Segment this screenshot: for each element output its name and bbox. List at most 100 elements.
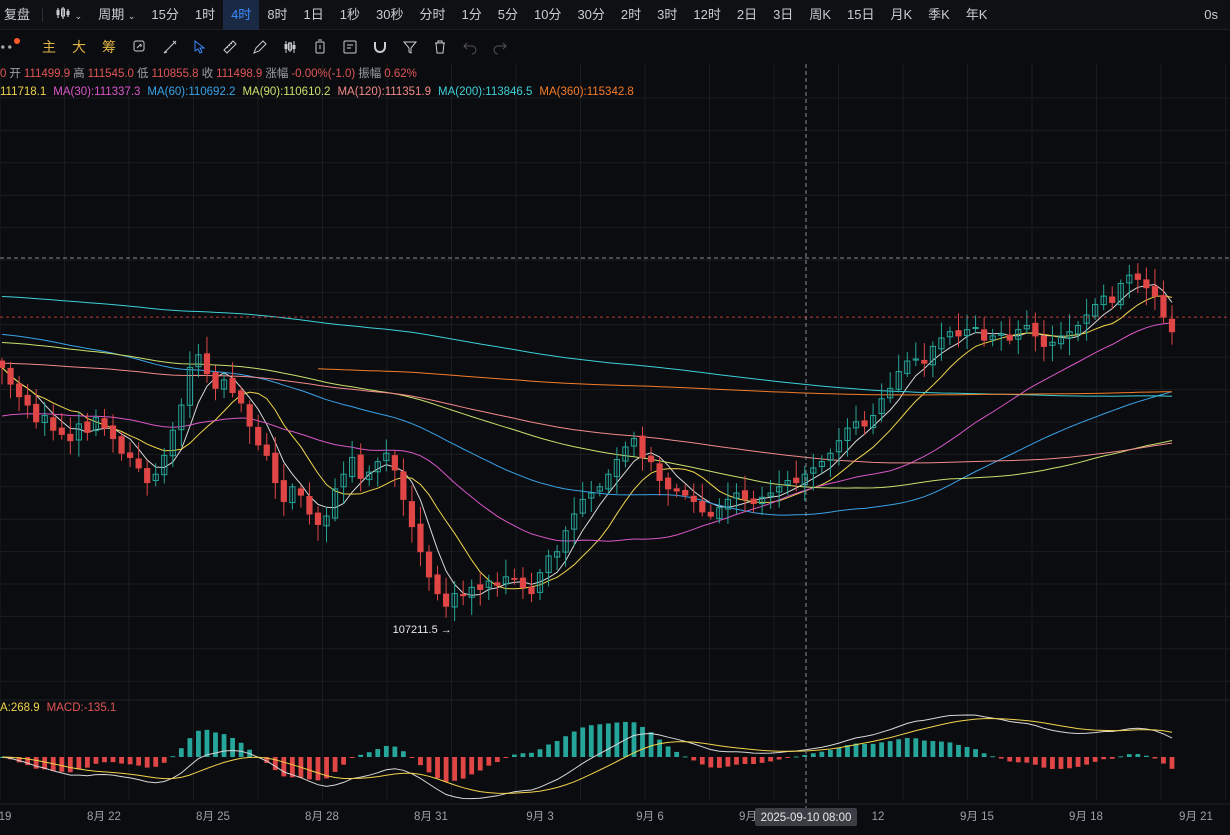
- macd-bar: [1024, 757, 1030, 763]
- interval-10[interactable]: 10分: [526, 0, 569, 30]
- macd-bar: [939, 741, 944, 757]
- interval-3[interactable]: 8时: [259, 0, 295, 30]
- candle-body: [673, 488, 680, 492]
- timer-icon[interactable]: [312, 30, 328, 64]
- macd-dea-line: [1, 717, 1173, 794]
- macd-bar: [870, 743, 876, 757]
- interval-17[interactable]: 周K: [801, 0, 839, 30]
- interval-4[interactable]: 1日: [296, 0, 332, 30]
- cursor-icon[interactable]: [192, 30, 208, 64]
- candle-body: [314, 512, 322, 525]
- replay-button[interactable]: 复盘: [0, 0, 38, 30]
- candle-body: [528, 586, 535, 595]
- more-dots-icon[interactable]: [0, 30, 14, 64]
- ma-label-2: MA(60):110692.2: [147, 86, 236, 98]
- interval-16[interactable]: 3日: [765, 0, 801, 30]
- drawing-icon[interactable]: [162, 30, 178, 64]
- chevron-down-icon: ⌄: [74, 10, 83, 21]
- ma-label-4: MA(120):111351.9: [337, 86, 432, 98]
- low-label: 低: [136, 68, 149, 80]
- main-indicator-button[interactable]: 主: [34, 30, 64, 64]
- open-label: 开: [9, 68, 21, 80]
- interval-12[interactable]: 2时: [613, 0, 649, 30]
- candle-body: [357, 454, 364, 479]
- interval-5[interactable]: 1秒: [332, 0, 368, 30]
- candle-body: [229, 377, 236, 393]
- redo-icon[interactable]: [492, 30, 508, 64]
- x-tick-label: 8月 22: [87, 811, 121, 823]
- macd-bar: [443, 757, 449, 782]
- interval-6[interactable]: 30秒: [368, 0, 411, 30]
- ma-line-ma90: [1, 342, 1173, 489]
- candle-body: [280, 480, 287, 502]
- interval-7[interactable]: 分时: [411, 0, 453, 30]
- interval-9[interactable]: 5分: [490, 0, 526, 30]
- ma-line-ma360: [317, 368, 1173, 396]
- x-tick-label: 9月 21: [1179, 811, 1213, 823]
- candle-body: [203, 353, 211, 375]
- x-tick-label: 9月 6: [636, 811, 664, 823]
- macd-bar: [1135, 754, 1141, 757]
- candle-body: [707, 511, 714, 517]
- candle-body: [682, 489, 689, 496]
- interval-8[interactable]: 1分: [454, 0, 490, 30]
- macd-bar: [76, 757, 82, 770]
- close-label: 收: [201, 68, 214, 80]
- interval-15[interactable]: 2日: [729, 0, 765, 30]
- candle-body: [272, 452, 279, 484]
- compare-icon[interactable]: [132, 30, 148, 64]
- candle-body: [118, 436, 125, 454]
- candle-body: [15, 383, 23, 398]
- top-bar: 复盘 ⌄ 周期 ⌄ 15分 1时 4时 8时 1日 1秒 30秒 分时 1分 5分 10分 30分 2时…: [0, 0, 1230, 30]
- macd-bar: [597, 724, 603, 757]
- macd-bar: [776, 757, 782, 760]
- interval-1[interactable]: 1时: [187, 0, 223, 30]
- candle-body: [511, 577, 518, 580]
- pen-icon[interactable]: [252, 30, 268, 64]
- candle-body: [442, 593, 450, 607]
- interval-13[interactable]: 3时: [649, 0, 685, 30]
- macd-bar: [1152, 757, 1158, 759]
- interval-11[interactable]: 30分: [569, 0, 612, 30]
- candle-body: [665, 477, 672, 490]
- filter-icon[interactable]: [402, 30, 418, 64]
- period-label: 周期: [98, 6, 125, 22]
- x-axis: 19 8月 22 8月 25 8月 28 8月 31 9月 3 9月 6 9月 12 9月 15 9…: [0, 803, 1230, 826]
- notes-icon[interactable]: [342, 30, 358, 64]
- x-tick-label: 12: [872, 811, 885, 823]
- macd-bar: [537, 749, 543, 757]
- x-tick-label: 8月 28: [305, 811, 339, 823]
- candle-body: [306, 496, 313, 515]
- magnet-icon[interactable]: [372, 30, 388, 64]
- ma-line-ma200: [1, 296, 1173, 397]
- large-order-button[interactable]: 大: [64, 30, 94, 64]
- chips-button[interactable]: 筹: [94, 30, 124, 64]
- macd-bar: [648, 732, 654, 757]
- interval-21[interactable]: 年K: [958, 0, 996, 30]
- trash-icon[interactable]: [432, 30, 448, 64]
- macd-bar: [494, 757, 500, 763]
- candle-body: [263, 444, 270, 456]
- macd-bar: [1092, 757, 1098, 762]
- interval-20[interactable]: 季K: [920, 0, 958, 30]
- divider: [42, 7, 44, 22]
- macd-bar: [486, 757, 492, 766]
- candle-body: [425, 551, 433, 578]
- candles-icon[interactable]: [282, 30, 298, 64]
- interval-2[interactable]: 4时: [223, 0, 260, 30]
- ma-label-0: 111718.1: [0, 86, 47, 98]
- macd-bar: [67, 757, 73, 773]
- interval-19[interactable]: 月K: [882, 0, 920, 30]
- macd-bar: [153, 757, 159, 767]
- undo-icon[interactable]: [462, 30, 478, 64]
- period-dropdown[interactable]: 周期 ⌄: [90, 0, 143, 30]
- interval-0[interactable]: 15分: [143, 0, 186, 30]
- interval-14[interactable]: 12时: [685, 0, 728, 30]
- candlestick-chart[interactable]: 107211.5 → 19 8月 22 8月 25 8月 28 8月 31 9月 3 9月 …: [0, 0, 1230, 835]
- ruler-icon[interactable]: [222, 30, 238, 64]
- macd-bar: [460, 757, 466, 779]
- chart-type-button[interactable]: ⌄: [47, 0, 90, 30]
- x-tick-label: 9月 18: [1069, 811, 1103, 823]
- ma-label-5: MA(200):113846.5: [438, 86, 533, 98]
- interval-18[interactable]: 15日: [839, 0, 882, 30]
